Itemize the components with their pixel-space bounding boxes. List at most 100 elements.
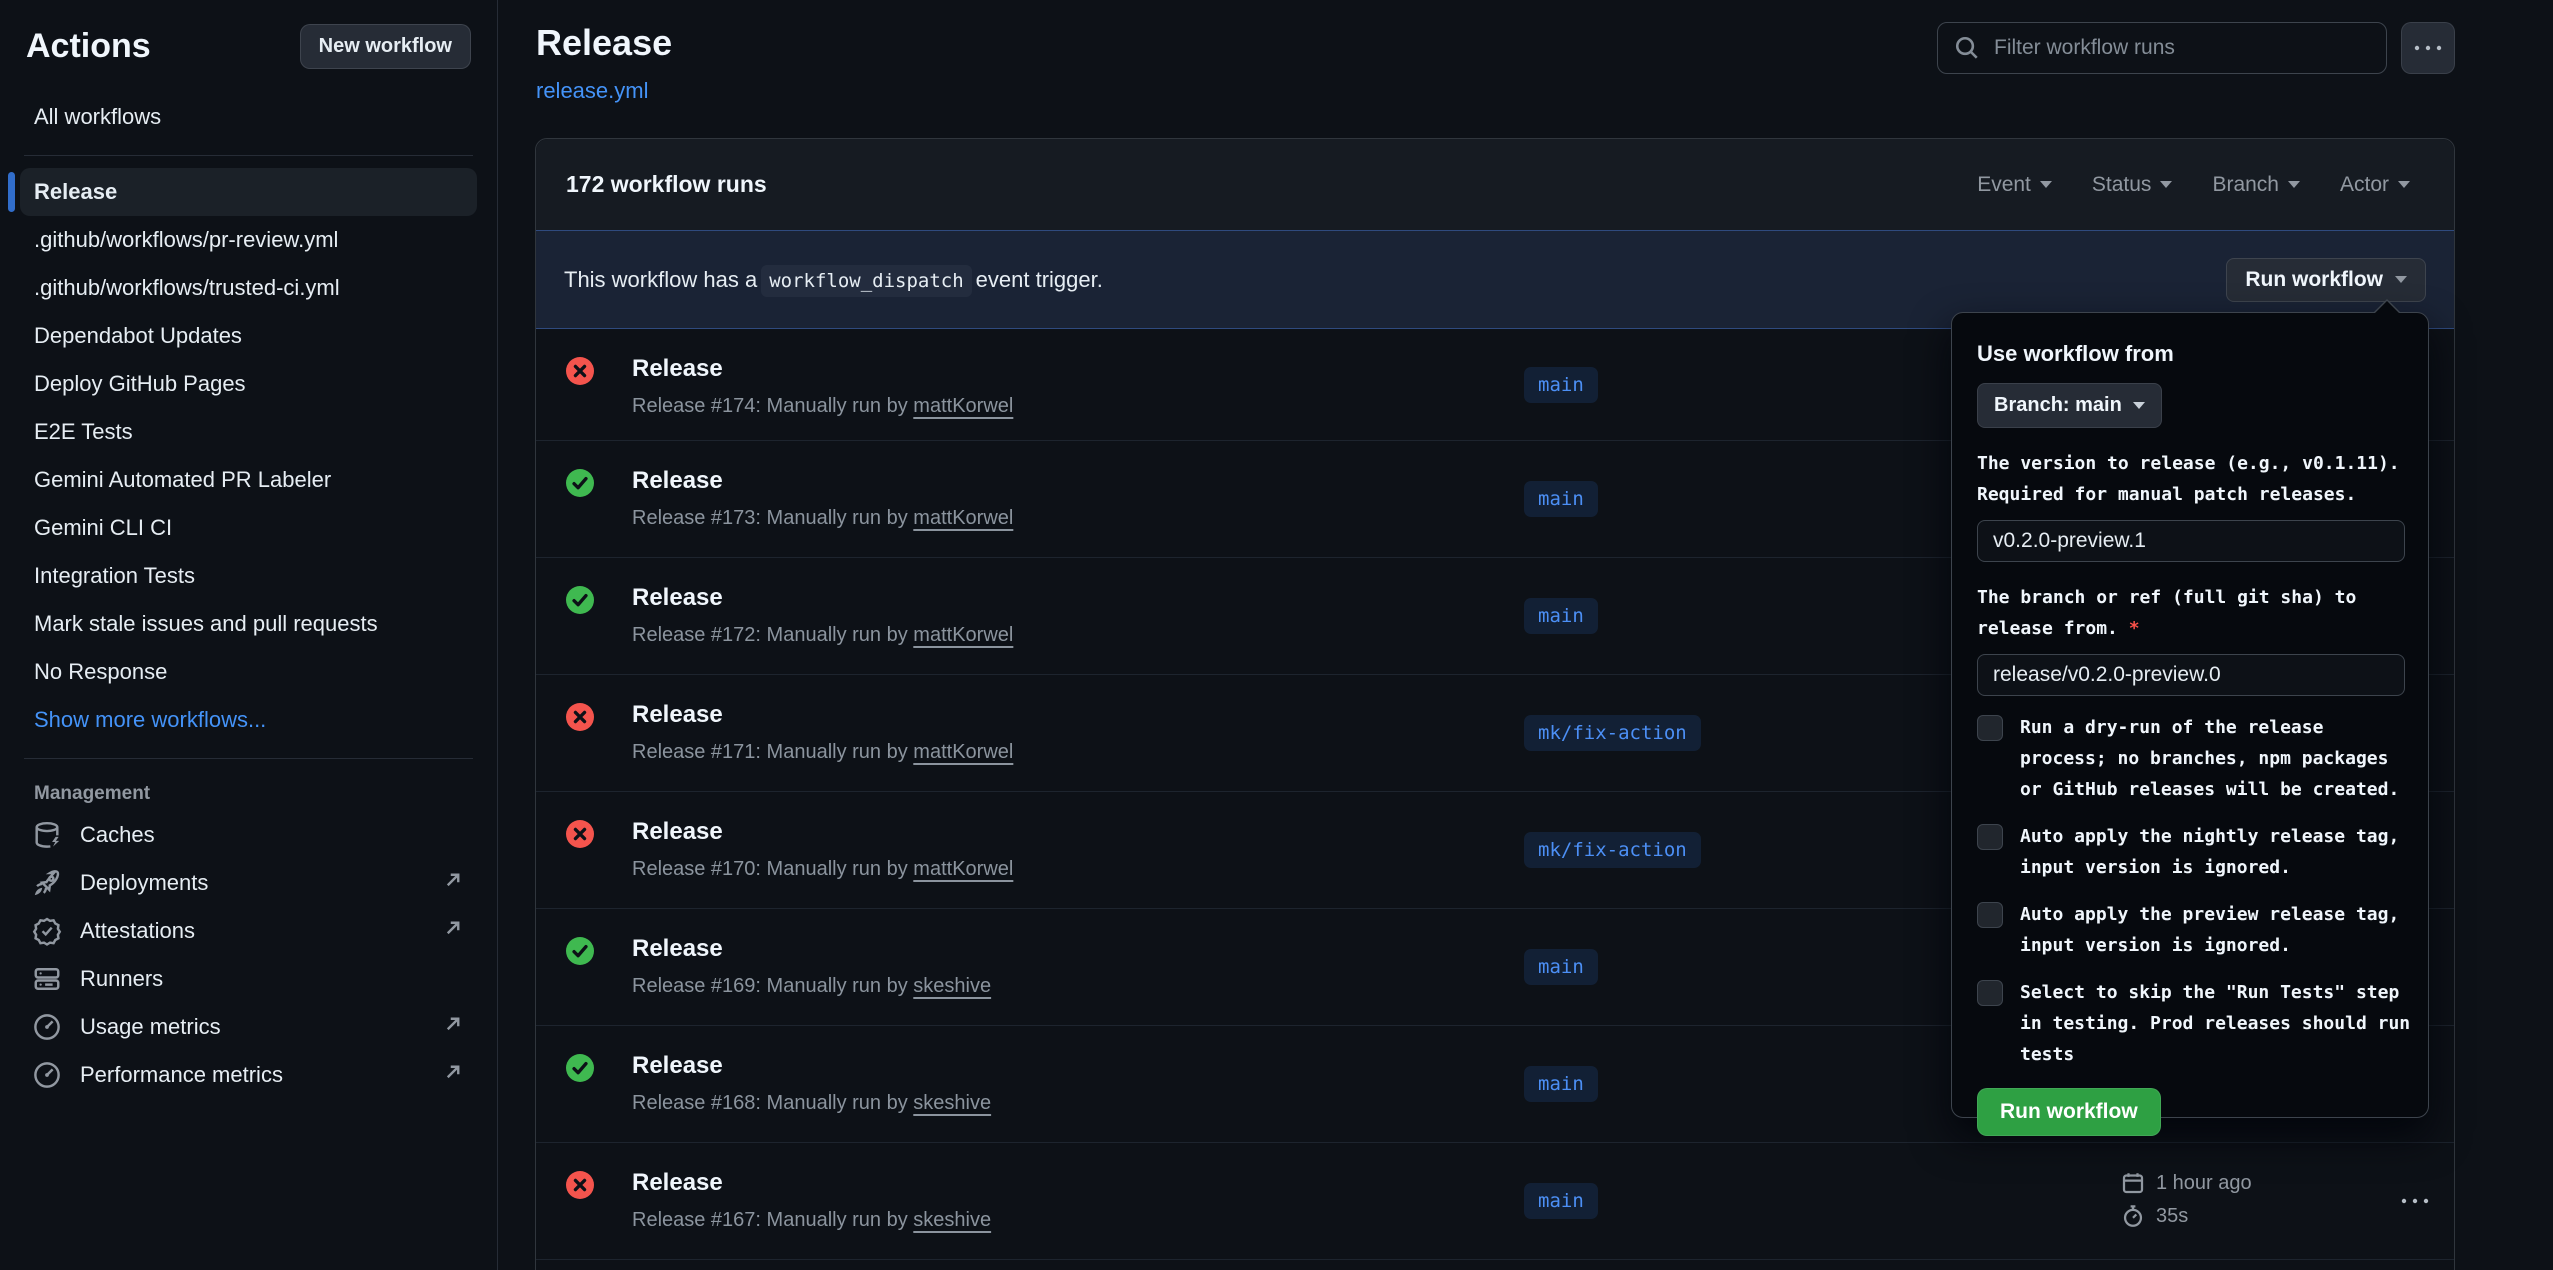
status-filter-dropdown[interactable]: Status (2078, 173, 2187, 197)
run-title-link[interactable]: Release (632, 355, 723, 382)
actor-link[interactable]: mattKorwel (913, 741, 1013, 763)
sidebar-item-e2e-tests[interactable]: E2E Tests (20, 408, 477, 456)
sidebar-item-attestations[interactable]: Attestations (20, 907, 477, 955)
failure-icon (566, 1171, 594, 1199)
run-description: Release #168: Manually run by skeshive (632, 1090, 991, 1117)
checkbox-label: Select to skip the "Run Tests" step in t… (2020, 977, 2410, 1070)
workflow-options-button[interactable] (2401, 22, 2455, 74)
actor-link[interactable]: mattKorwel (913, 858, 1013, 880)
calendar-icon (2121, 1171, 2145, 1195)
mgmt-item-label: Deployments (80, 870, 208, 896)
actor-link[interactable]: mattKorwel (913, 395, 1013, 417)
sidebar-item-deployments[interactable]: Deployments (20, 859, 477, 907)
branch-chip[interactable]: mk/fix-action (1524, 832, 1701, 868)
management-section-label: Management (34, 783, 473, 805)
branch-chip[interactable]: main (1524, 367, 1598, 403)
verified-icon (32, 916, 62, 946)
sidebar-item-all-workflows[interactable]: All workflows (20, 93, 477, 141)
filter-workflow-runs-input[interactable] (1992, 35, 2370, 61)
preview-tag-checkbox[interactable] (1977, 902, 2003, 928)
server-icon (32, 964, 62, 994)
runs-list-header: 172 workflow runs Event Status Branch Ac… (536, 139, 2454, 231)
branch-chip[interactable]: mk/fix-action (1524, 715, 1701, 751)
run-count: 172 workflow runs (566, 171, 767, 198)
run-info: Release Release #174: Manually run by ma… (632, 353, 1013, 420)
branch-chip[interactable]: main (1524, 949, 1598, 985)
chevron-down-icon (2288, 181, 2300, 188)
event-filter-dropdown[interactable]: Event (1963, 173, 2066, 197)
mgmt-item-label: Attestations (80, 918, 195, 944)
sidebar-item-integration-tests[interactable]: Integration Tests (20, 552, 477, 600)
run-title-link[interactable]: Release (632, 1052, 723, 1079)
run-status-icon (566, 1054, 594, 1082)
branch-chip[interactable]: main (1524, 481, 1598, 517)
required-asterisk: * (2129, 618, 2140, 639)
run-title-link[interactable]: Release (632, 935, 723, 962)
success-icon (566, 937, 594, 965)
run-title-link[interactable]: Release (632, 584, 723, 611)
selected-accent-bar (8, 172, 15, 212)
ref-input[interactable] (1977, 654, 2405, 696)
sidebar-item-dependabot-updates[interactable]: Dependabot Updates (20, 312, 477, 360)
run-description: Release #172: Manually run by mattKorwel (632, 622, 1013, 649)
sidebar-item-gemini-cli-ci[interactable]: Gemini CLI CI (20, 504, 477, 552)
dry-run-checkbox[interactable] (1977, 715, 2003, 741)
branch-filter-dropdown[interactable]: Branch (2198, 173, 2314, 197)
sidebar-item-mark-stale-issues[interactable]: Mark stale issues and pull requests (20, 600, 477, 648)
version-input[interactable] (1977, 520, 2405, 562)
branch-chip[interactable]: main (1524, 598, 1598, 634)
actor-filter-dropdown[interactable]: Actor (2326, 173, 2424, 197)
use-workflow-from-label: Use workflow from (1977, 341, 2404, 367)
run-workflow-dropdown-button[interactable]: Run workflow (2226, 258, 2426, 302)
workflow-file-link[interactable]: release.yml (536, 78, 648, 104)
run-status-icon (566, 820, 594, 848)
run-options-button[interactable] (2394, 1187, 2436, 1214)
actor-link[interactable]: skeshive (913, 1209, 991, 1231)
popover-caret (2373, 299, 2401, 313)
nightly-tag-checkbox[interactable] (1977, 824, 2003, 850)
filter-input-wrap (1937, 22, 2387, 74)
skip-tests-checkbox[interactable] (1977, 980, 2003, 1006)
show-more-workflows-link[interactable]: Show more workflows... (20, 696, 477, 744)
sidebar-item-no-response[interactable]: No Response (20, 648, 477, 696)
run-info: Release Release #167: Manually run by sk… (632, 1167, 991, 1234)
failure-icon (566, 820, 594, 848)
success-icon (566, 1054, 594, 1082)
ref-input-label: The branch or ref (full git sha) to rele… (1977, 582, 2404, 644)
run-title-link[interactable]: Release (632, 818, 723, 845)
branch-chip[interactable]: main (1524, 1183, 1598, 1219)
sidebar-item-gemini-automated-pr-labeler[interactable]: Gemini Automated PR Labeler (20, 456, 477, 504)
run-title-link[interactable]: Release (632, 701, 723, 728)
run-description: Release #174: Manually run by mattKorwel (632, 393, 1013, 420)
actor-link[interactable]: mattKorwel (913, 507, 1013, 529)
sidebar-item-performance-metrics[interactable]: Performance metrics (20, 1051, 477, 1099)
actor-link[interactable]: skeshive (913, 1092, 991, 1114)
sidebar-item-pr-review[interactable]: .github/workflows/pr-review.yml (20, 216, 477, 264)
sidebar-item-runners[interactable]: Runners (20, 955, 477, 1003)
run-title-link[interactable]: Release (632, 1169, 723, 1196)
run-title-link[interactable]: Release (632, 467, 723, 494)
sidebar-item-caches[interactable]: Caches (20, 811, 477, 859)
sidebar-item-release[interactable]: Release (20, 168, 477, 216)
run-info: Release Release #171: Manually run by ma… (632, 699, 1013, 766)
sidebar-item-usage-metrics[interactable]: Usage metrics (20, 1003, 477, 1051)
new-workflow-button[interactable]: New workflow (300, 24, 471, 69)
chevron-down-icon (2040, 181, 2052, 188)
run-description: Release #167: Manually run by skeshive (632, 1207, 991, 1234)
branch-chip[interactable]: main (1524, 1066, 1598, 1102)
actor-link[interactable]: skeshive (913, 975, 991, 997)
sidebar-item-deploy-github-pages[interactable]: Deploy GitHub Pages (20, 360, 477, 408)
sidebar-item-trusted-ci[interactable]: .github/workflows/trusted-ci.yml (20, 264, 477, 312)
branch-select-button[interactable]: Branch: main (1977, 383, 2162, 428)
main-header: Release release.yml (536, 22, 2455, 104)
banner-text: This workflow has aworkflow_dispatcheven… (564, 267, 1103, 293)
run-workflow-submit-button[interactable]: Run workflow (1977, 1088, 2161, 1136)
workflow-dispatch-code: workflow_dispatch (761, 265, 971, 297)
mgmt-item-label: Runners (80, 966, 163, 992)
sidebar-divider (24, 758, 473, 759)
chevron-down-icon (2398, 181, 2410, 188)
workflow-run-row[interactable]: Release Release #167: Manually run by sk… (536, 1143, 2454, 1260)
actor-link[interactable]: mattKorwel (913, 624, 1013, 646)
run-status-icon (566, 469, 594, 497)
run-description: Release #173: Manually run by mattKorwel (632, 505, 1013, 532)
